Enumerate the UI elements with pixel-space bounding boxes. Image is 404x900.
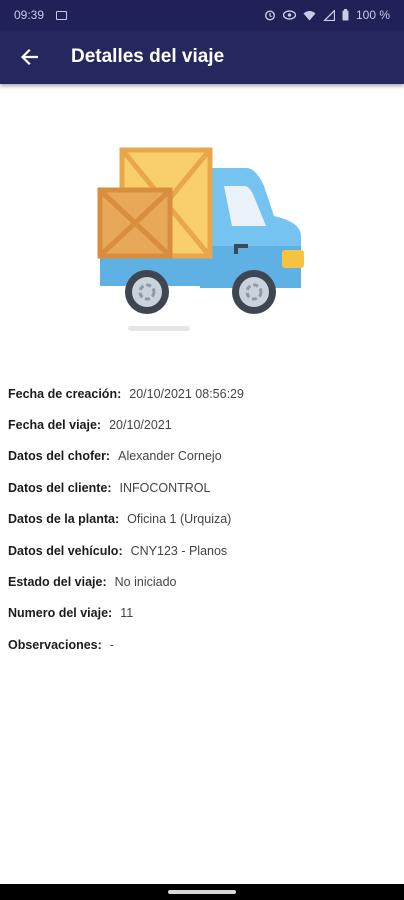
- app-bar: Detalles del viaje: [0, 30, 404, 84]
- system-nav-bar: [0, 884, 404, 900]
- detail-label: Observaciones:: [8, 637, 102, 652]
- alarm-icon: [264, 10, 275, 21]
- detail-value: 20/10/2021 08:56:29: [129, 386, 244, 401]
- status-bar: 09:39 100 %: [0, 0, 404, 30]
- detail-label: Datos del chofer:: [8, 449, 111, 464]
- detail-row-chofer: Datos del chofer: Alexander Cornejo: [8, 441, 398, 472]
- detail-label: Datos del vehículo:: [8, 543, 123, 558]
- screenshot-icon: [56, 10, 68, 20]
- status-time: 09:39: [14, 8, 45, 22]
- eye-icon: [282, 10, 296, 20]
- detail-value: CNY123 - Planos: [130, 543, 228, 558]
- delivery-truck-illustration: [97, 147, 304, 331]
- detail-label: Datos de la planta:: [8, 512, 120, 527]
- detail-row-vehiculo: Datos del vehículo: CNY123 - Planos: [8, 535, 398, 566]
- detail-label: Fecha de creación:: [8, 386, 122, 401]
- detail-label: Estado del viaje:: [8, 575, 107, 590]
- battery-icon: [342, 9, 349, 21]
- detail-label: Numero del viaje:: [8, 606, 113, 621]
- detail-value: No iniciado: [114, 575, 177, 590]
- detail-row-cliente: Datos del cliente: INFOCONTROL: [8, 472, 398, 503]
- detail-row-estado: Estado del viaje: No iniciado: [8, 566, 398, 597]
- wifi-icon: [303, 10, 316, 20]
- trip-details: Fecha de creación: 20/10/2021 08:56:29 F…: [8, 378, 398, 661]
- detail-value: Alexander Cornejo: [118, 449, 222, 464]
- detail-row-fecha-creacion: Fecha de creación: 20/10/2021 08:56:29: [8, 378, 398, 409]
- back-button[interactable]: [14, 42, 44, 72]
- detail-value: -: [109, 637, 114, 652]
- detail-row-planta: Datos de la planta: Oficina 1 (Urquiza): [8, 504, 398, 535]
- page-title: Detalles del viaje: [71, 46, 225, 67]
- arrow-left-icon: [20, 48, 38, 66]
- detail-row-fecha-viaje: Fecha del viaje: 20/10/2021: [8, 409, 398, 440]
- detail-value: INFOCONTROL: [119, 480, 211, 495]
- detail-row-numero: Numero del viaje: 11: [8, 598, 398, 629]
- detail-value: 20/10/2021: [109, 418, 172, 433]
- battery-percent: 100 %: [355, 8, 390, 22]
- detail-value: 11: [120, 606, 134, 621]
- detail-row-observaciones: Observaciones: -: [8, 629, 398, 660]
- detail-label: Datos del cliente:: [8, 480, 112, 495]
- detail-label: Fecha del viaje:: [8, 418, 102, 433]
- home-gesture-handle[interactable]: [168, 890, 236, 894]
- detail-value: Oficina 1 (Urquiza): [127, 512, 232, 527]
- signal-icon: [323, 9, 335, 21]
